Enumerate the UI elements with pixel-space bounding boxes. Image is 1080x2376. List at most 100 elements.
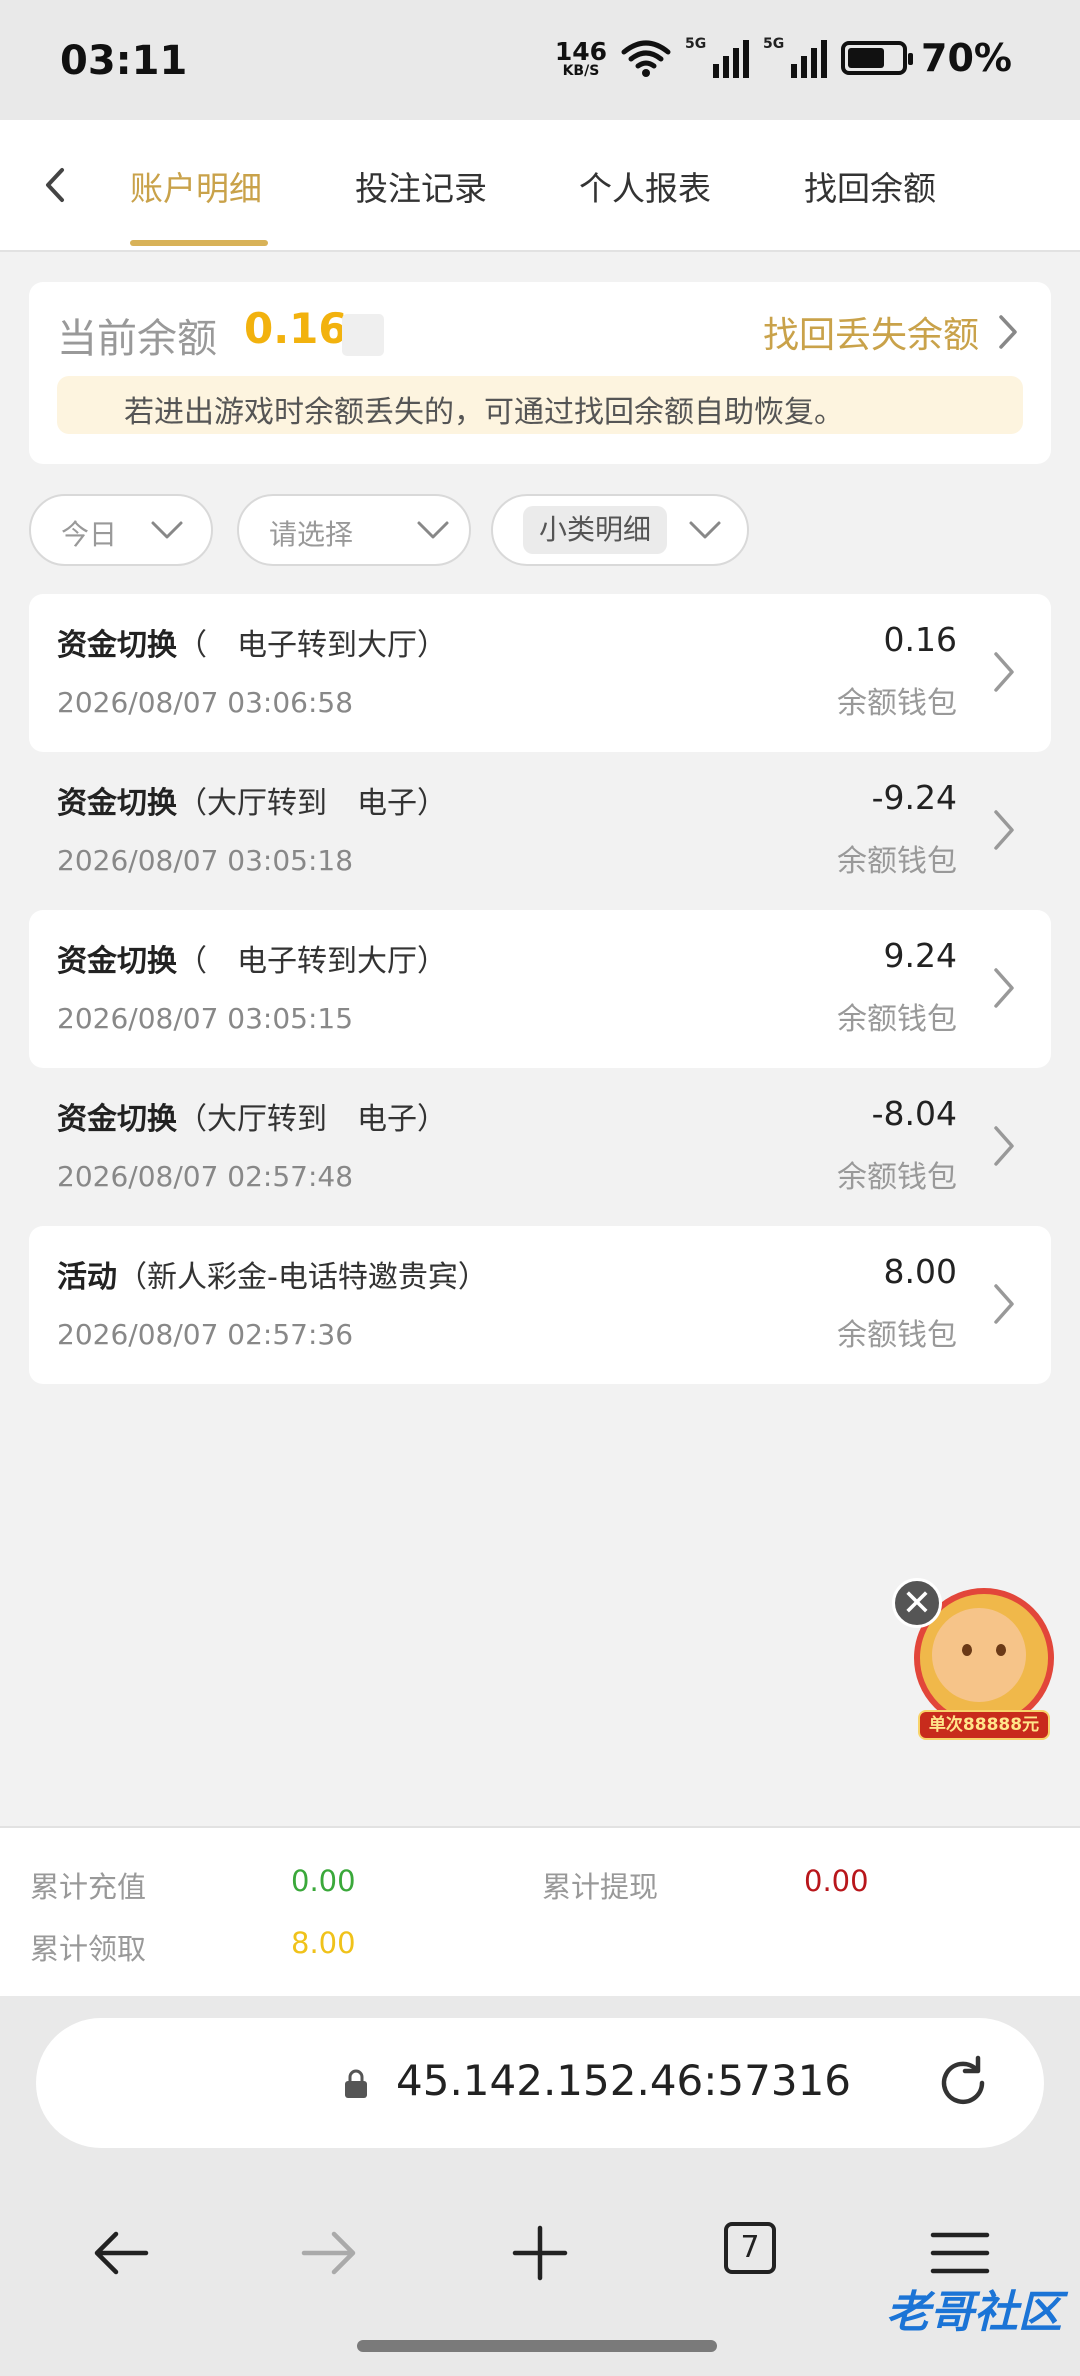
record-row[interactable]: 资金切换（大厅转到 电子） 2026/08/07 02:57:48 -8.04 … [29, 1068, 1051, 1226]
tabs-bar: 账户明细 投注记录 个人报表 找回余额 [0, 120, 1080, 252]
chevron-down-icon [151, 521, 183, 539]
date-filter-dropdown[interactable]: 今日 [29, 494, 213, 566]
record-row[interactable]: 资金切换（大厅转到 电子） 2026/08/07 03:05:18 -9.24 … [29, 752, 1051, 910]
status-bar: 03:11 146 KB/S 5G 5G 70% [0, 0, 1080, 120]
tab-personal-report[interactable]: 个人报表 [579, 162, 711, 210]
record-amount: -8.04 [871, 1094, 957, 1133]
record-row[interactable]: 活动（新人彩金-电话特邀贵宾） 2026/08/07 02:57:36 8.00… [29, 1226, 1051, 1384]
record-type: 资金切换 [57, 1102, 177, 1137]
forward-arrow-icon[interactable] [294, 2218, 364, 2288]
record-amount: 0.16 [883, 620, 957, 659]
battery-percent: 70% [921, 36, 1012, 80]
record-wallet: 余额钱包 [837, 686, 957, 721]
url-text: 45.142.152.46:57316 [396, 2056, 852, 2105]
record-title: 资金切换（大厅转到 电子） [57, 1094, 447, 1138]
mascot-eye [962, 1644, 972, 1656]
address-bar[interactable]: 45.142.152.46:57316 [36, 2018, 1044, 2148]
record-time: 2026/08/07 02:57:36 [57, 1318, 354, 1351]
browser-chrome: 45.142.152.46:57316 7 老哥社区 [0, 1996, 1080, 2376]
status-time: 03:11 [60, 38, 188, 84]
back-arrow-icon[interactable] [86, 2218, 156, 2288]
record-time: 2026/08/07 03:05:18 [57, 844, 354, 877]
network-speed-value: 146 [554, 36, 608, 66]
cell-signal-icon: 5G [685, 36, 750, 78]
active-tab-indicator [130, 240, 268, 246]
tab-recover-balance[interactable]: 找回余额 [804, 162, 936, 210]
chevron-right-icon [994, 810, 1014, 850]
record-wallet: 余额钱包 [837, 1002, 957, 1037]
tabs-count-button[interactable]: 7 [724, 2222, 776, 2274]
recover-link-label: 找回丢失余额 [762, 315, 979, 356]
record-amount: -9.24 [871, 778, 957, 817]
total-withdraw-label: 累计提现 [542, 1870, 659, 1904]
total-deposit-label: 累计充值 [30, 1870, 147, 1904]
home-indicator[interactable] [357, 2340, 717, 2352]
recover-lost-balance-link[interactable]: 找回丢失余额 [763, 306, 1019, 358]
lock-icon [345, 2069, 367, 2098]
record-time: 2026/08/07 03:05:15 [57, 1002, 354, 1035]
record-title: 活动（新人彩金-电话特邀贵宾） [57, 1252, 488, 1296]
category-filter-placeholder: 请选择 [269, 518, 354, 551]
balance-card: 当前余额 0.16 找回丢失余额 若进出游戏时余额丢失的，可通过找回余额自助恢复… [29, 282, 1051, 464]
record-detail: （ 电子转到大厅） [177, 944, 447, 979]
chevron-down-icon [417, 521, 449, 539]
wifi-icon [621, 40, 671, 77]
promo-banner: 单次88888元 [918, 1710, 1050, 1740]
balance-label: 当前余额 [57, 316, 217, 362]
reload-icon[interactable] [932, 2052, 994, 2114]
cell-signal-icon: 5G [763, 36, 828, 78]
record-wallet: 余额钱包 [837, 844, 957, 879]
record-type: 活动 [57, 1260, 117, 1295]
chevron-right-icon [994, 1284, 1014, 1324]
total-withdraw-value: 0.00 [804, 1864, 869, 1898]
record-wallet: 余额钱包 [837, 1318, 957, 1353]
record-title: 资金切换（ 电子转到大厅） [57, 936, 447, 980]
chevron-right-icon [994, 652, 1014, 692]
record-amount: 9.24 [883, 936, 957, 975]
total-received-value: 8.00 [291, 1926, 356, 1960]
total-received-label: 累计领取 [30, 1932, 147, 1966]
record-type: 资金切换 [57, 786, 177, 821]
record-detail: （大厅转到 电子） [177, 786, 447, 821]
back-icon[interactable] [30, 160, 80, 210]
tip-text: 若进出游戏时余额丢失的，可通过找回余额自助恢复。 [124, 395, 844, 430]
summary-panel: 累计充值 0.00 累计提现 0.00 累计领取 8.00 [0, 1826, 1080, 1996]
record-title: 资金切换（大厅转到 电子） [57, 778, 447, 822]
category-filter-dropdown[interactable]: 请选择 [237, 494, 471, 566]
record-type: 资金切换 [57, 944, 177, 979]
subcategory-filter-dropdown[interactable]: 小类明细 [491, 494, 749, 566]
network-speed-unit: KB/S [562, 62, 600, 79]
subcategory-chip: 小类明细 [523, 506, 668, 554]
date-filter-value: 今日 [61, 518, 118, 551]
new-tab-icon[interactable] [505, 2218, 575, 2288]
record-title: 资金切换（ 电子转到大厅） [57, 620, 447, 664]
record-row[interactable]: 资金切换（ 电子转到大厅） 2026/08/07 03:05:15 9.24 余… [29, 910, 1051, 1068]
record-type: 资金切换 [57, 628, 177, 663]
battery-icon [841, 41, 914, 75]
record-amount: 8.00 [883, 1252, 957, 1291]
close-icon[interactable]: ✕ [892, 1578, 942, 1628]
status-icons: 146 KB/S 5G 5G 70% [555, 36, 1012, 80]
record-detail: （ 电子转到大厅） [177, 628, 447, 663]
chevron-right-icon [994, 1126, 1014, 1166]
mascot-face [932, 1608, 1026, 1702]
chevron-down-icon [689, 521, 721, 539]
floating-promo-widget[interactable]: ✕ 单次88888元 [892, 1578, 1062, 1740]
mascot-eye [996, 1644, 1006, 1656]
network-type: 5G [763, 36, 785, 52]
record-wallet: 余额钱包 [837, 1160, 957, 1195]
record-detail: （大厅转到 电子） [177, 1102, 447, 1137]
balance-value: 0.16 [244, 304, 348, 353]
watermark-logo: 老哥社区 [886, 2287, 1062, 2338]
total-deposit-value: 0.00 [291, 1864, 356, 1898]
record-time: 2026/08/07 03:06:58 [57, 686, 354, 719]
record-time: 2026/08/07 02:57:48 [57, 1160, 354, 1193]
network-speed: 146 KB/S [555, 39, 607, 78]
tip-box: 若进出游戏时余额丢失的，可通过找回余额自助恢复。 [57, 376, 1023, 434]
tab-account-details[interactable]: 账户明细 [130, 162, 262, 210]
network-type: 5G [685, 36, 707, 52]
tab-bet-records[interactable]: 投注记录 [355, 162, 487, 210]
record-row[interactable]: 资金切换（ 电子转到大厅） 2026/08/07 03:06:58 0.16 余… [29, 594, 1051, 752]
chevron-right-icon [999, 315, 1017, 349]
balance-visibility-toggle[interactable] [342, 314, 384, 356]
